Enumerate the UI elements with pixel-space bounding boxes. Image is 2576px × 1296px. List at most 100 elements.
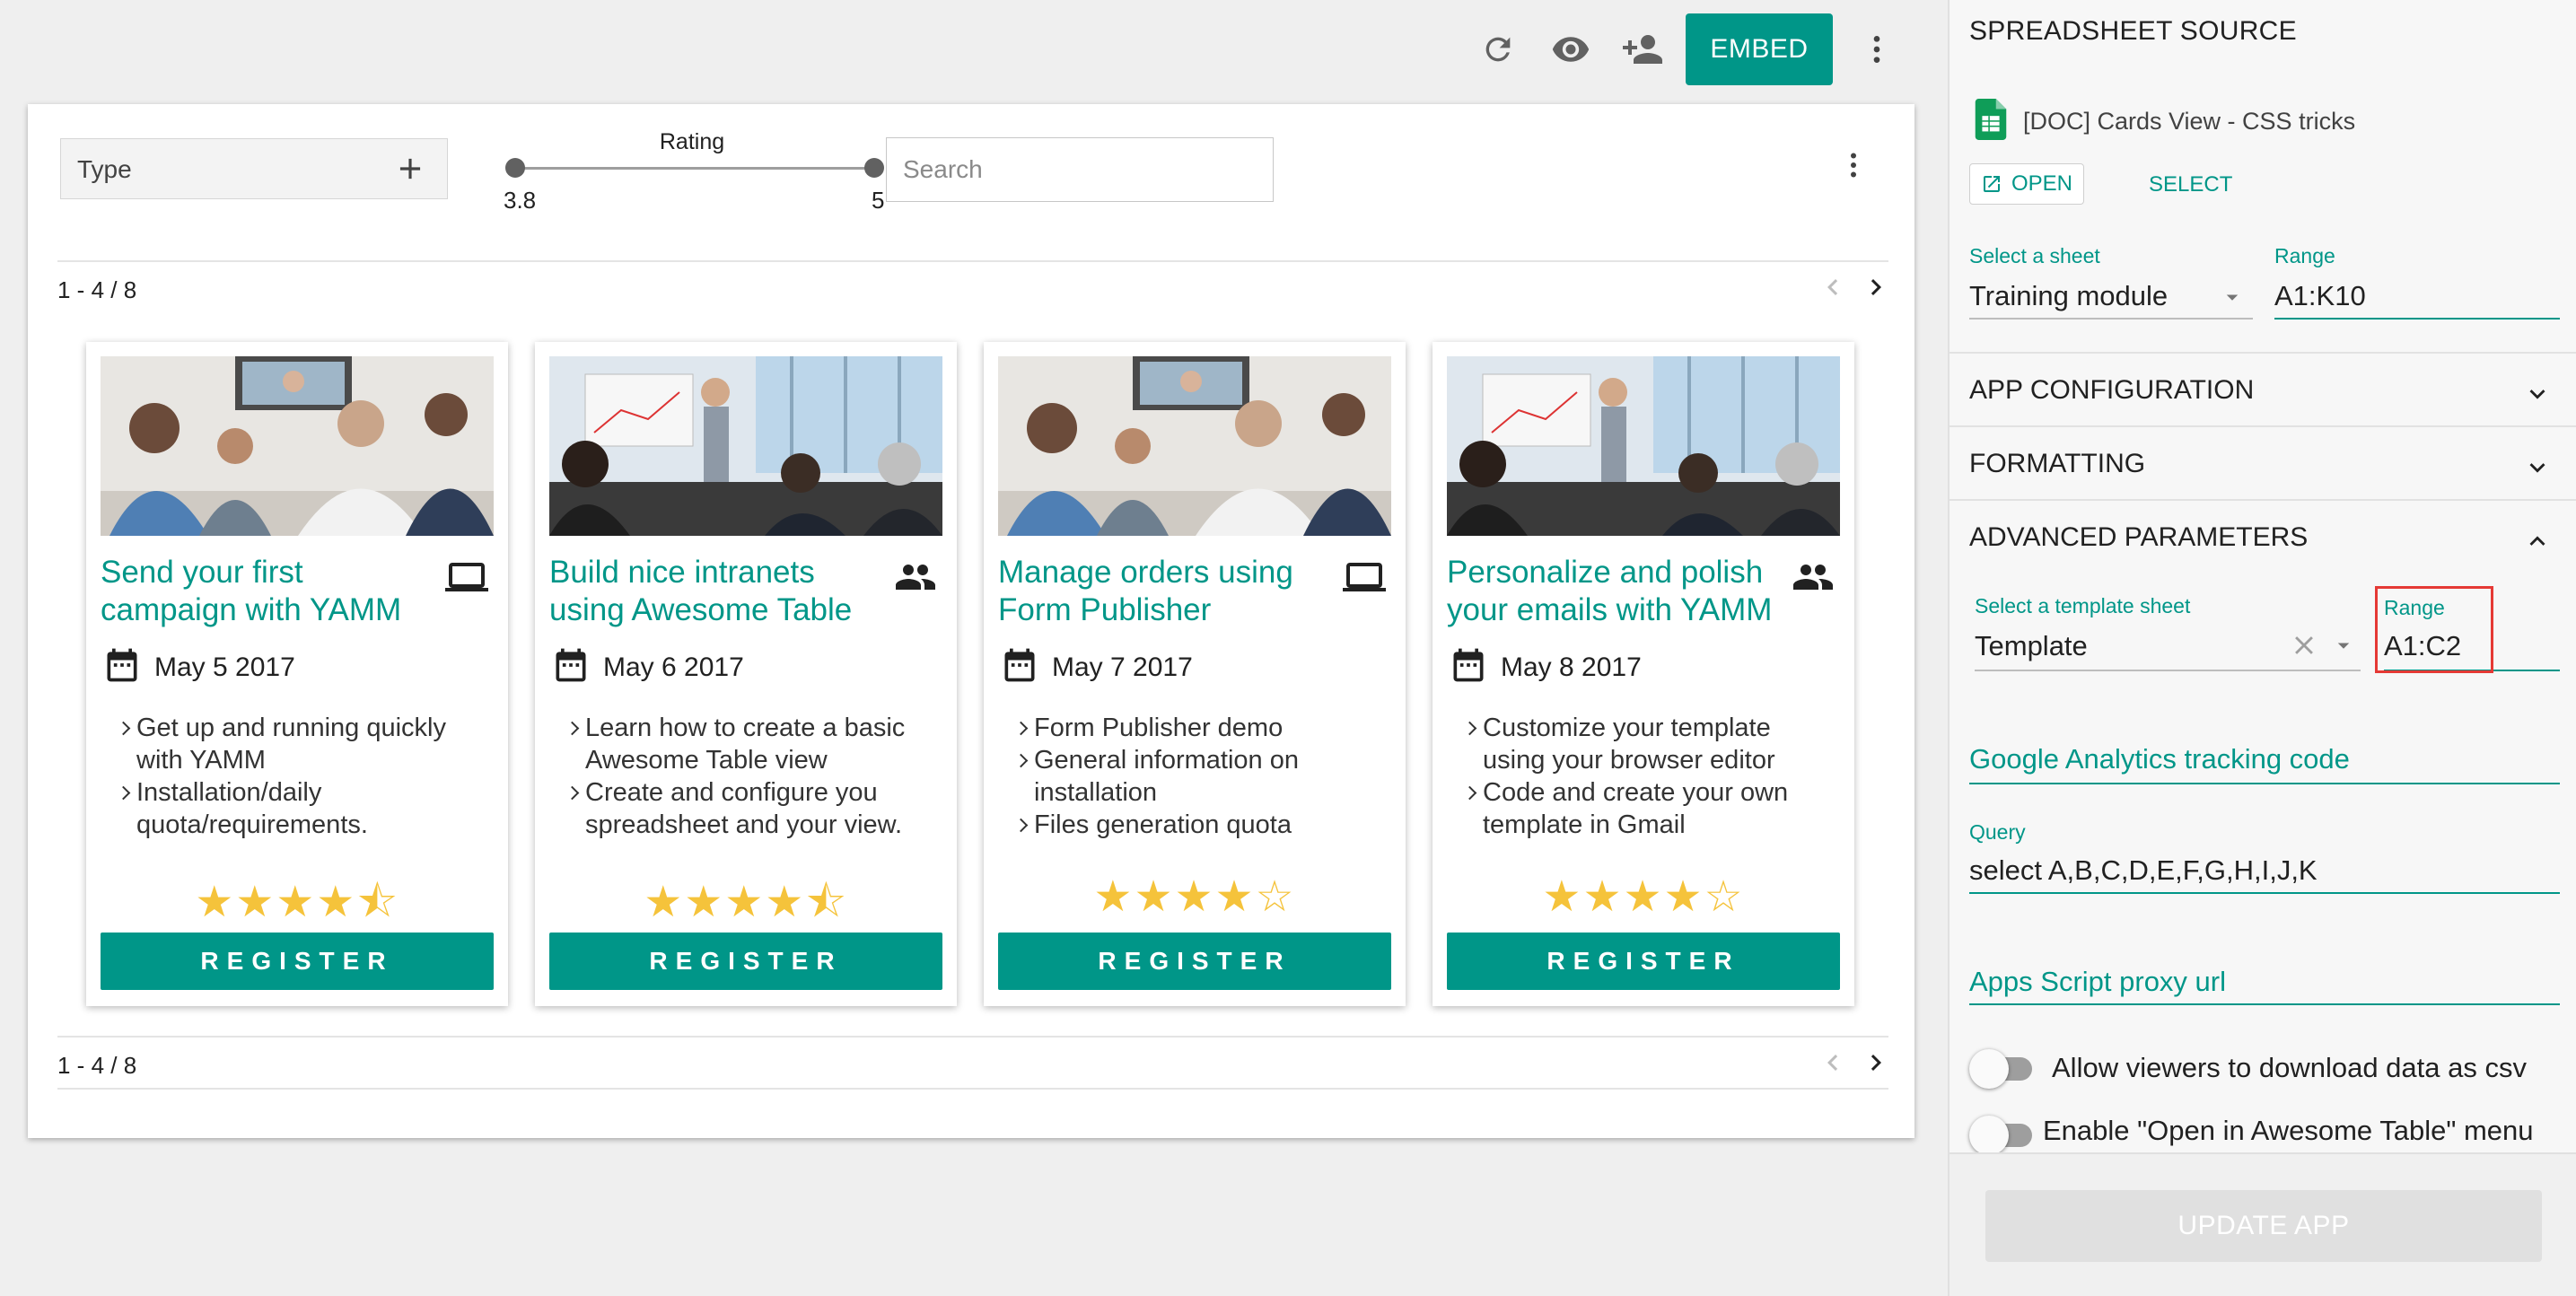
view-menu-icon[interactable] [1837,149,1870,186]
pagination-bottom: 1 - 4 / 8 [57,1038,1888,1090]
open-in-toggle-label: Enable "Open in Awesome Table" menu [2043,1115,2534,1146]
rating-range-slider[interactable]: Rating 3.8 5 [486,129,898,214]
select-link[interactable]: SELECT [2149,172,2232,197]
ga-underline [1969,783,2560,784]
sheets-icon [1975,99,2007,144]
type-filter-label: Type [77,155,132,183]
query-label: Query [1969,820,2026,844]
open-button[interactable]: OPEN [1969,163,2084,205]
add-person-icon[interactable] [1620,27,1665,72]
awesome-table-view: Type Rating 3.8 5 1 - 4 / 8 [28,104,1914,1138]
card-title[interactable]: Build nice intranets using Awesome Table [549,554,881,629]
clear-icon[interactable] [2289,630,2319,665]
slider-min-handle[interactable] [505,158,525,178]
proxy-url-input[interactable]: Apps Script proxy url [1969,966,2226,998]
section-formatting[interactable]: FORMATTING [1950,425,2576,499]
slider-track[interactable] [514,167,873,170]
card-image-presentation [1447,356,1840,536]
card-date: May 8 2017 [1501,652,1642,682]
slider-max-handle[interactable] [864,158,884,178]
proxy-underline [1969,1003,2560,1005]
dropdown-arrow-icon[interactable] [2330,632,2357,663]
sheet-select-underline [1969,318,2253,320]
card-image-meeting [101,356,494,536]
range-underline [2274,318,2560,320]
type-filter[interactable]: Type [60,138,448,199]
people-icon [1792,556,1835,603]
card-image-meeting [998,356,1391,536]
search-input[interactable] [886,137,1274,202]
template-select-label: Select a template sheet [1975,594,2191,617]
calendar-icon [1449,645,1488,689]
card: Send your first campaign with YAMM May 5… [86,342,508,1006]
section-label: APP CONFIGURATION [1969,375,2255,405]
open-label: OPEN [2011,171,2072,196]
csv-toggle[interactable] [1969,1046,2037,1091]
range-input[interactable]: A1:K10 [2274,280,2366,312]
register-button[interactable]: REGISTER [1447,933,1840,990]
panel-footer: UPDATE APP [1950,1152,2576,1296]
template-select-underline [1975,670,2361,671]
rating-max-value: 5 [872,187,885,214]
calendar-icon [1000,645,1039,689]
section-label: ADVANCED PARAMETERS [1969,522,2309,552]
register-button[interactable]: REGISTER [998,933,1391,990]
query-underline [1969,892,2560,894]
laptop-icon [1343,556,1386,603]
eye-icon[interactable] [1548,27,1593,72]
chevron-up-icon[interactable] [2522,526,2553,561]
open-in-new-icon [1983,176,2000,192]
embed-button[interactable]: EMBED [1686,13,1833,85]
card-title[interactable]: Send your first campaign with YAMM [101,554,433,629]
next-page-icon[interactable] [1860,1046,1892,1083]
section-app-configuration[interactable]: APP CONFIGURATION [1950,352,2576,425]
pagination-count: 1 - 4 / 8 [57,276,137,303]
laptop-icon [445,556,488,603]
bullet-item: Create and configure you spreadsheet and… [553,776,921,841]
toggle-thumb [1969,1049,2009,1089]
bullet-item: General information on installation [1002,744,1370,809]
more-vert-icon[interactable] [1854,27,1899,72]
panel-title: SPREADSHEET SOURCE [1969,16,2297,46]
highlight-box [2375,586,2493,673]
card-title[interactable]: Personalize and polish your emails with … [1447,554,1779,629]
card: Personalize and polish your emails with … [1433,342,1854,1006]
section-label: FORMATTING [1969,449,2146,478]
card-bullets: Learn how to create a basic Awesome Tabl… [553,712,921,841]
sheet-select-label: Select a sheet [1969,244,2100,267]
card-date-row: May 8 2017 [1449,645,1642,689]
range-label: Range [2274,244,2335,267]
bullet-item: Learn how to create a basic Awesome Tabl… [553,712,921,776]
sheet-select[interactable]: Training module [1969,280,2168,312]
calendar-icon [551,645,591,689]
query-input[interactable]: select A,B,C,D,E,F,G,H,I,J,K [1969,854,2318,887]
register-button[interactable]: REGISTER [549,933,942,990]
open-in-toggle[interactable] [1969,1113,2037,1158]
card-title[interactable]: Manage orders using Form Publisher [998,554,1330,629]
ga-tracking-input[interactable]: Google Analytics tracking code [1969,743,2350,775]
rating-label: Rating [659,129,725,154]
chevron-down-icon[interactable] [2522,452,2553,487]
card-date: May 5 2017 [154,652,295,682]
chevron-down-icon[interactable] [2522,379,2553,414]
next-page-icon[interactable] [1860,271,1892,308]
divider [57,1088,1888,1090]
dropdown-arrow-icon[interactable] [2219,284,2246,315]
card-date-row: May 7 2017 [1000,645,1193,689]
prev-page-icon[interactable] [1817,271,1849,308]
refresh-icon[interactable] [1476,27,1520,72]
people-icon [894,556,937,603]
update-app-button[interactable]: UPDATE APP [1985,1190,2542,1262]
section-advanced-parameters[interactable]: ADVANCED PARAMETERS [1950,499,2576,573]
card-date: May 7 2017 [1052,652,1193,682]
template-select[interactable]: Template [1975,630,2088,662]
rating-stars: ★★★★☆ [1093,873,1296,921]
plus-icon[interactable] [393,152,427,190]
spreadsheet-doc[interactable]: [DOC] Cards View - CSS tricks [1975,99,2355,144]
card: Manage orders using Form Publisher May 7… [984,342,1406,1006]
prev-page-icon[interactable] [1817,1046,1849,1083]
top-toolbar: EMBED [0,0,1948,97]
card-date: May 6 2017 [603,652,744,682]
bullet-item: Files generation quota [1002,809,1370,841]
register-button[interactable]: REGISTER [101,933,494,990]
